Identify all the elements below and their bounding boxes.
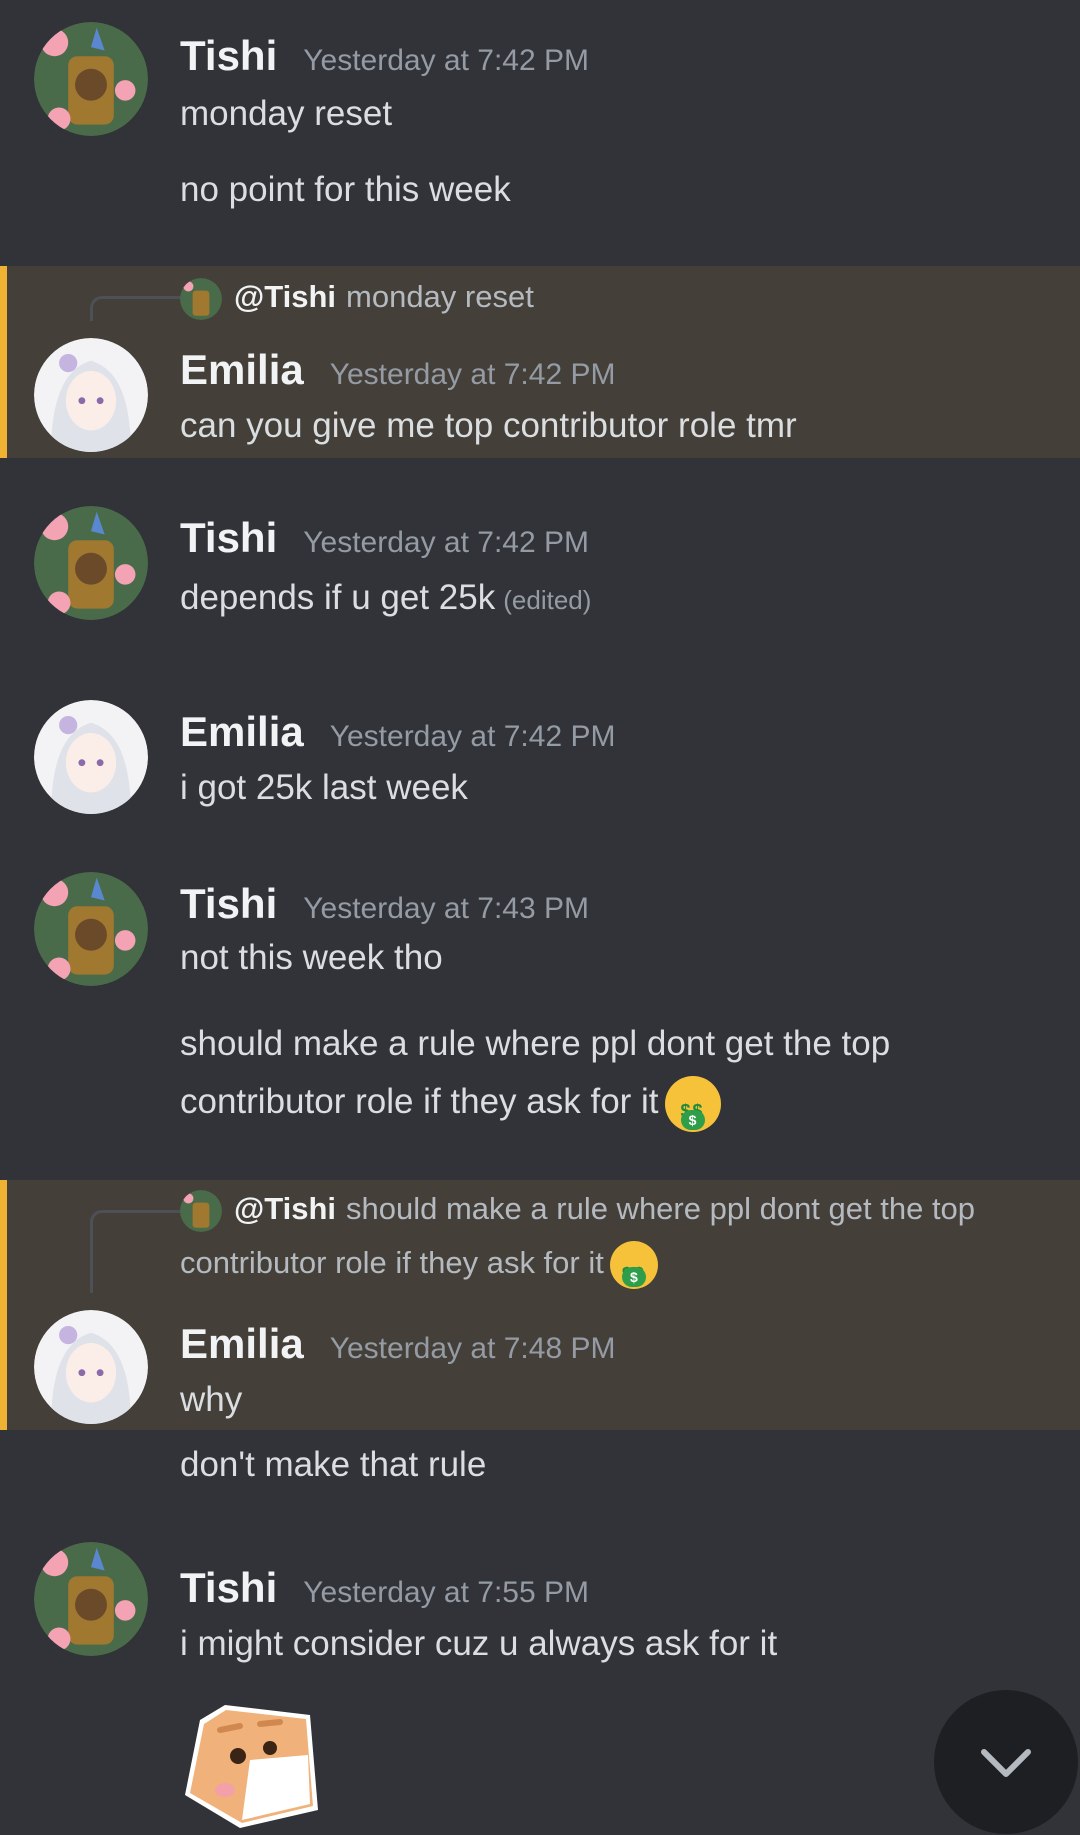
message-text: monday reset — [180, 94, 393, 133]
timestamp: Yesterday at 7:55 PM — [303, 1576, 589, 1609]
message-text: can you give me top contributor role tmr — [180, 406, 797, 445]
message-group-tishi-3: Tishi Yesterday at 7:43 PM not this week… — [0, 860, 1080, 1160]
jump-to-present-button[interactable] — [934, 1690, 1078, 1834]
username[interactable]: Tishi — [180, 32, 277, 80]
username[interactable]: Tishi — [180, 514, 277, 562]
timestamp: Yesterday at 7:42 PM — [303, 526, 589, 559]
avatar[interactable] — [34, 338, 148, 452]
message-group-emilia-3: @Tishi should make a rule where ppl dont … — [0, 1180, 1080, 1430]
message-text: i might consider cuz u always ask for it — [180, 1624, 778, 1663]
avatar[interactable] — [34, 700, 148, 814]
avatar[interactable] — [34, 1542, 148, 1656]
money-mouth-face-icon — [664, 1075, 721, 1141]
username[interactable]: Emilia — [180, 708, 304, 756]
reply-preview[interactable]: @Tishi should make a rule where ppl dont … — [180, 1182, 975, 1236]
reply-spine — [90, 1210, 181, 1293]
username[interactable]: Emilia — [180, 346, 304, 394]
avatar[interactable] — [34, 872, 148, 986]
reply-mention[interactable]: @Tishi — [234, 279, 336, 314]
reply-avatar — [180, 1189, 222, 1232]
message-text: contributor role if they ask for it — [180, 1082, 659, 1121]
avatar[interactable] — [34, 1310, 148, 1424]
reply-spine — [90, 296, 181, 321]
reply-avatar — [180, 277, 222, 320]
avatar[interactable] — [34, 22, 148, 136]
message-text-row: contributor role if they ask for it — [180, 1072, 721, 1141]
mention-bar — [0, 1180, 7, 1430]
chevron-down-icon — [981, 1749, 1031, 1777]
timestamp: Yesterday at 7:48 PM — [329, 1332, 616, 1365]
reply-mention[interactable]: @Tishi — [234, 1191, 336, 1226]
message-group-tishi-2: Tishi Yesterday at 7:42 PM depends if u … — [0, 490, 1080, 670]
timestamp: Yesterday at 7:43 PM — [303, 892, 589, 925]
message-text: i got 25k last week — [180, 768, 468, 807]
message-group-emilia-1: @Tishi monday reset Emilia Yesterday at 7… — [0, 266, 1080, 458]
message-group-emilia-2: Emilia Yesterday at 7:42 PM i got 25k la… — [0, 690, 1080, 830]
mention-bar — [0, 266, 7, 458]
message-text: should make a rule where ppl dont get th… — [180, 1024, 891, 1063]
username[interactable]: Tishi — [180, 880, 277, 928]
avatar[interactable] — [34, 506, 148, 620]
timestamp: Yesterday at 7:42 PM — [303, 44, 589, 77]
edited-label: (edited) — [503, 585, 592, 615]
message-text: don't make that rule — [180, 1445, 487, 1484]
message-text: why — [180, 1380, 243, 1419]
username[interactable]: Emilia — [180, 1320, 304, 1368]
reply-text: contributor role if they ask for it — [180, 1245, 604, 1280]
reply-text: should make a rule where ppl dont get th… — [346, 1191, 976, 1226]
message-group-tishi-4: Tishi Yesterday at 7:55 PM i might consi… — [0, 1530, 1080, 1690]
reply-preview[interactable]: @Tishi monday reset — [180, 270, 534, 324]
timestamp: Yesterday at 7:42 PM — [329, 720, 616, 753]
username[interactable]: Tishi — [180, 1564, 277, 1612]
reply-preview-line2[interactable]: contributor role if they ask for it — [180, 1236, 658, 1301]
reply-text: monday reset — [346, 279, 534, 314]
message-group-tishi-1: Tishi Yesterday at 7:42 PM monday reset … — [0, 0, 1080, 230]
message-text: not this week tho — [180, 938, 443, 977]
message-text-row: depends if u get 25k (edited) — [180, 568, 591, 630]
money-mouth-face-icon — [609, 1240, 658, 1301]
message-text: no point for this week — [180, 170, 511, 209]
cat-sticker[interactable] — [180, 1700, 320, 1830]
message-text: depends if u get 25k — [180, 578, 496, 617]
timestamp: Yesterday at 7:42 PM — [329, 358, 616, 391]
